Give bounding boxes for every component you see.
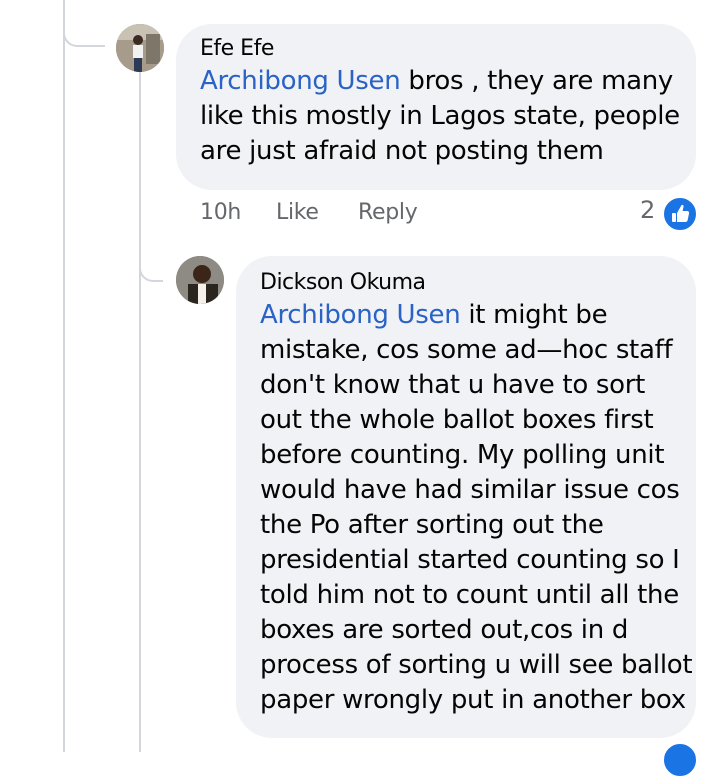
like-button[interactable]: Like <box>276 200 319 225</box>
reply-button[interactable]: Reply <box>358 200 418 225</box>
comment-text-line: mistake, cos some ad—hoc staff <box>260 335 673 365</box>
reaction-count[interactable]: 2 <box>640 196 655 224</box>
comment-text-line: like this mostly in Lagos state, people <box>200 101 680 131</box>
comment-text-line: would have had similar issue cos <box>260 475 680 505</box>
comment-text-line: bros , they are many <box>400 66 674 96</box>
avatar-dickson-okuma[interactable] <box>176 256 224 304</box>
mention-link[interactable]: Archibong Usen <box>260 300 461 330</box>
comment-text-line: process of sorting u will see ballot <box>260 650 693 680</box>
comment-text-line: out the whole ballot boxes first <box>260 405 654 435</box>
comment-text-line: are just afraid not posting them <box>200 136 604 166</box>
comment-bubble-efe-efe: Efe Efe Archibong Usen bros , they are m… <box>176 24 696 190</box>
comment-text-line: don't know that u have to sort <box>260 370 646 400</box>
thread-connector-1 <box>63 0 105 47</box>
thumbs-up-icon <box>672 204 690 222</box>
comment-text: Archibong Usen bros , they are many like… <box>200 64 696 169</box>
like-reaction-icon[interactable] <box>662 196 698 232</box>
profile-photo-icon <box>176 256 224 304</box>
comment-author[interactable]: Efe Efe <box>200 36 696 61</box>
comment-text-line: told him not to count until all the <box>260 580 679 610</box>
comment-text-line: the Po after sorting out the <box>260 510 604 540</box>
comment-text-line: presidential started counting so I <box>260 545 680 575</box>
thread-line-outer <box>63 0 65 752</box>
comment-text-line: paper wrongly put in another box <box>260 685 686 715</box>
comment-text: Archibong Usen it might be mistake, cos … <box>260 298 696 718</box>
comment-bubble-dickson-okuma: Dickson Okuma Archibong Usen it might be… <box>236 256 696 738</box>
mention-link[interactable]: Archibong Usen <box>200 66 401 96</box>
comment-timestamp: 10h <box>200 200 242 225</box>
comment-author[interactable]: Dickson Okuma <box>260 270 696 295</box>
comment-text-line: boxes are sorted out,cos in d <box>260 615 629 645</box>
profile-photo-icon <box>116 24 164 72</box>
avatar-efe-efe[interactable] <box>116 24 164 72</box>
comment-text-line: it might be <box>460 300 608 330</box>
comment-text-line: before counting. My polling unit <box>260 440 665 470</box>
thread-connector-2 <box>139 240 163 282</box>
like-reaction-icon-partial[interactable] <box>662 742 698 778</box>
thread-line-inner <box>139 72 141 752</box>
